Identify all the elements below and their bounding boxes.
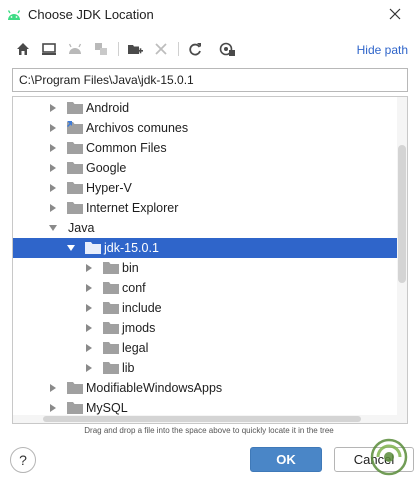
chevron-right-icon[interactable]	[49, 384, 57, 392]
tree-item-label: Google	[86, 161, 127, 175]
close-icon[interactable]	[388, 7, 402, 21]
tree-item-conf[interactable]: conf	[13, 278, 397, 298]
refresh-icon[interactable]	[186, 40, 204, 58]
window-title: Choose JDK Location	[28, 7, 154, 22]
new-folder-icon[interactable]	[126, 40, 144, 58]
tree-item-archivos-comunes[interactable]: Archivos comunes	[13, 118, 397, 138]
tree-item-google[interactable]: Google	[13, 158, 397, 178]
file-tree[interactable]: Android Archivos comunes Common Files Googl…	[12, 96, 408, 424]
tree-item-lib[interactable]: lib	[13, 358, 397, 378]
chevron-right-icon[interactable]	[85, 304, 93, 312]
tree-item-label: Common Files	[86, 141, 167, 155]
vertical-scrollbar-thumb[interactable]	[398, 145, 406, 283]
tree-item-common-files[interactable]: Common Files	[13, 138, 397, 158]
tree-item-label: Hyper-V	[86, 181, 132, 195]
chevron-right-icon[interactable]	[85, 344, 93, 352]
help-button[interactable]: ?	[10, 447, 36, 473]
chevron-down-icon[interactable]	[67, 244, 75, 252]
chevron-right-icon[interactable]	[85, 284, 93, 292]
home-icon[interactable]	[14, 40, 32, 58]
module-icon	[92, 40, 110, 58]
toolbar-separator	[118, 42, 119, 56]
folder-icon	[103, 322, 119, 334]
tree-item-label: Internet Explorer	[86, 201, 179, 215]
folder-icon	[103, 302, 119, 314]
folder-icon	[103, 282, 119, 294]
ok-button[interactable]: OK	[250, 447, 322, 472]
folder-icon	[103, 342, 119, 354]
chevron-right-icon[interactable]	[85, 324, 93, 332]
folder-icon	[67, 182, 83, 194]
chevron-right-icon[interactable]	[49, 164, 57, 172]
chevron-right-icon[interactable]	[49, 204, 57, 212]
folder-icon	[67, 402, 83, 414]
tree-item-legal[interactable]: legal	[13, 338, 397, 358]
tree-item-label: Java	[68, 221, 95, 235]
toolbar: Hide path	[0, 34, 418, 64]
path-input[interactable]	[12, 68, 408, 92]
chevron-right-icon[interactable]	[49, 104, 57, 112]
tree-item-label: bin	[122, 261, 139, 275]
folder-icon	[67, 102, 83, 114]
tree-item-label: include	[122, 301, 162, 315]
chevron-right-icon[interactable]	[85, 264, 93, 272]
tree-item-label: Android	[86, 101, 130, 115]
chevron-right-icon[interactable]	[49, 184, 57, 192]
tree-item-label: conf	[122, 281, 146, 295]
folder-icon	[103, 362, 119, 374]
tree-item-label: ModifiableWindowsApps	[86, 381, 223, 395]
folder-icon	[67, 142, 83, 154]
tree-item-jmods[interactable]: jmods	[13, 318, 397, 338]
tree-item-internet-explorer[interactable]: Internet Explorer	[13, 198, 397, 218]
show-hidden-files-icon[interactable]	[218, 40, 236, 58]
desktop-icon[interactable]	[40, 40, 58, 58]
drag-drop-hint: Drag and drop a file into the space abov…	[84, 426, 334, 435]
horizontal-scrollbar[interactable]	[13, 415, 399, 423]
chevron-down-icon[interactable]	[49, 224, 57, 232]
folder-icon	[67, 121, 83, 134]
android-project-icon	[66, 40, 84, 58]
title-bar: Choose JDK Location	[0, 0, 418, 30]
tree-item-bin[interactable]: bin	[13, 258, 397, 278]
folder-icon	[67, 162, 83, 174]
folder-icon	[85, 242, 101, 254]
hide-path-link[interactable]: Hide path	[357, 43, 408, 57]
tree-item-label: Archivos comunes	[86, 121, 189, 135]
tree-item-label: legal	[122, 341, 149, 355]
delete-icon	[152, 40, 170, 58]
tree-item-jdk-15-0-1[interactable]: jdk-15.0.1	[13, 238, 397, 258]
vertical-scrollbar[interactable]	[397, 97, 407, 423]
chevron-right-icon[interactable]	[49, 144, 57, 152]
android-logo-icon	[7, 10, 21, 20]
chevron-right-icon[interactable]	[49, 404, 57, 412]
folder-icon	[67, 202, 83, 214]
tree-item-android[interactable]: Android	[13, 98, 397, 118]
toolbar-separator	[178, 42, 179, 56]
tree-item-label: MySQL	[86, 401, 128, 415]
tree-item-label: lib	[122, 361, 135, 375]
chevron-right-icon[interactable]	[85, 364, 93, 372]
tree-item-include[interactable]: include	[13, 298, 397, 318]
tree-item-hyper-v[interactable]: Hyper-V	[13, 178, 397, 198]
horizontal-scrollbar-thumb[interactable]	[43, 416, 361, 422]
folder-icon	[103, 262, 119, 274]
watermark-logo-icon	[370, 438, 408, 476]
tree-item-modifiablewindowsapps[interactable]: ModifiableWindowsApps	[13, 378, 397, 398]
tree-item-label: jmods	[122, 321, 156, 335]
chevron-right-icon[interactable]	[49, 124, 57, 132]
folder-icon	[67, 382, 83, 394]
tree-item-java[interactable]: Java	[13, 218, 397, 238]
tree-item-label: jdk-15.0.1	[104, 241, 159, 255]
